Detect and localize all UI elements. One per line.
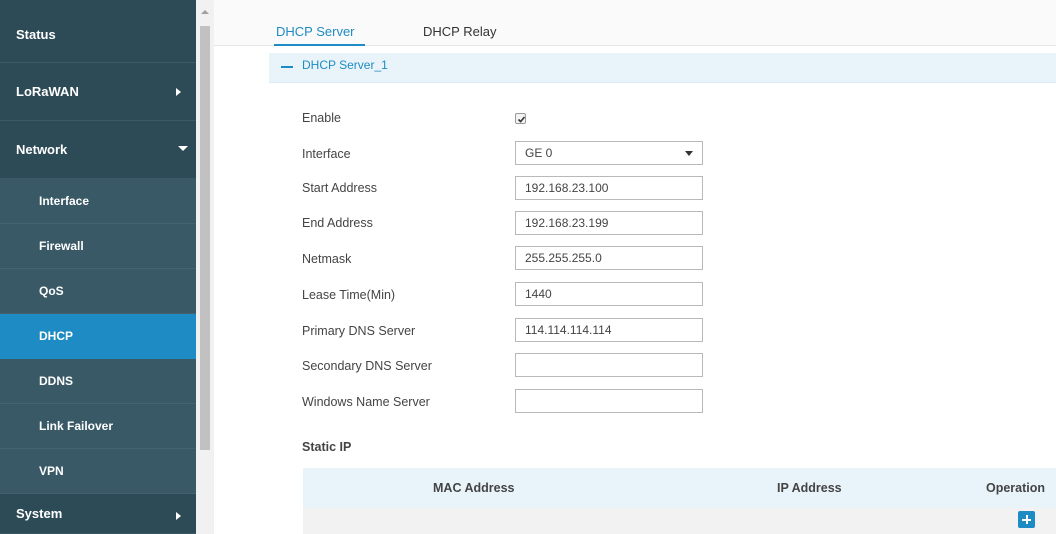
- sidebar-item-label: Network: [16, 142, 68, 157]
- sidebar-item-label: Link Failover: [39, 419, 114, 433]
- caret-right-icon: [176, 512, 181, 520]
- sidebar-item-label: DHCP: [39, 329, 74, 343]
- windows-name-server-field[interactable]: [515, 389, 703, 413]
- check-icon: [517, 116, 526, 123]
- scroll-up-arrow-icon[interactable]: [201, 10, 209, 14]
- enable-label: Enable: [302, 111, 341, 125]
- column-header-ip-address: IP Address: [777, 481, 842, 495]
- sidebar-item-label: Interface: [39, 194, 90, 208]
- enable-checkbox[interactable]: [515, 113, 526, 124]
- netmask-label: Netmask: [302, 252, 352, 266]
- end-address-label: End Address: [302, 216, 373, 230]
- sidebar: Status LoRaWAN Network Interface Firewal…: [0, 0, 196, 534]
- static-ip-table-row: [303, 508, 1056, 534]
- primary-dns-label: Primary DNS Server: [302, 324, 416, 338]
- sidebar-item-link-failover[interactable]: Link Failover: [0, 404, 196, 449]
- scrollbar-thumb[interactable]: [200, 26, 210, 450]
- sidebar-item-network[interactable]: Network: [0, 121, 196, 179]
- plus-icon[interactable]: [1018, 511, 1035, 528]
- windows-name-server-label: Windows Name Server: [302, 395, 430, 409]
- sidebar-item-label: Firewall: [39, 239, 84, 253]
- sidebar-item-status[interactable]: Status: [0, 6, 196, 63]
- section-title[interactable]: DHCP Server_1: [302, 58, 388, 72]
- tab-dhcp-server[interactable]: DHCP Server: [276, 24, 355, 39]
- lease-time-field[interactable]: 1440: [515, 282, 703, 306]
- sidebar-item-label: Status: [16, 26, 56, 42]
- sidebar-item-label: LoRaWAN: [16, 84, 79, 99]
- secondary-dns-field[interactable]: [515, 353, 703, 377]
- start-address-label: Start Address: [302, 181, 378, 195]
- sidebar-scrollbar[interactable]: [196, 0, 214, 534]
- sidebar-item-lorawan[interactable]: LoRaWAN: [0, 63, 196, 121]
- static-ip-table-header: [303, 468, 1056, 508]
- lease-time-label: Lease Time(Min): [302, 288, 396, 302]
- sidebar-item-label: VPN: [39, 464, 64, 478]
- interface-label: Interface: [302, 147, 351, 161]
- caret-down-icon: [178, 146, 188, 151]
- secondary-dns-label: Secondary DNS Server: [302, 359, 432, 373]
- column-header-operation: Operation: [986, 481, 1046, 495]
- sidebar-item-system[interactable]: System: [0, 494, 196, 534]
- active-tab-indicator: [274, 44, 365, 46]
- tab-bar: [214, 0, 1056, 46]
- sidebar-item-label: QoS: [39, 284, 64, 298]
- interface-select-value: GE 0: [525, 146, 553, 160]
- static-ip-title: Static IP: [302, 440, 352, 454]
- sidebar-item-firewall[interactable]: Firewall: [0, 224, 196, 269]
- minus-icon[interactable]: [281, 66, 293, 68]
- netmask-field[interactable]: 255.255.255.0: [515, 246, 703, 270]
- sidebar-item-ddns[interactable]: DDNS: [0, 359, 196, 404]
- sidebar-item-interface[interactable]: Interface: [0, 179, 196, 224]
- sidebar-item-vpn[interactable]: VPN: [0, 449, 196, 494]
- sidebar-item-label: DDNS: [39, 374, 74, 388]
- sidebar-item-qos[interactable]: QoS: [0, 269, 196, 314]
- caret-right-icon: [176, 88, 181, 96]
- column-header-mac-address: MAC Address: [433, 481, 515, 495]
- interface-select[interactable]: GE 0: [515, 141, 703, 165]
- dropdown-arrow-icon: [685, 151, 693, 156]
- sidebar-item-label: System: [16, 506, 63, 521]
- primary-dns-field[interactable]: 114.114.114.114: [515, 318, 703, 342]
- end-address-field[interactable]: 192.168.23.199: [515, 211, 703, 235]
- sidebar-item-dhcp[interactable]: DHCP: [0, 314, 196, 359]
- tab-dhcp-relay[interactable]: DHCP Relay: [423, 24, 496, 39]
- start-address-field[interactable]: 192.168.23.100: [515, 176, 703, 200]
